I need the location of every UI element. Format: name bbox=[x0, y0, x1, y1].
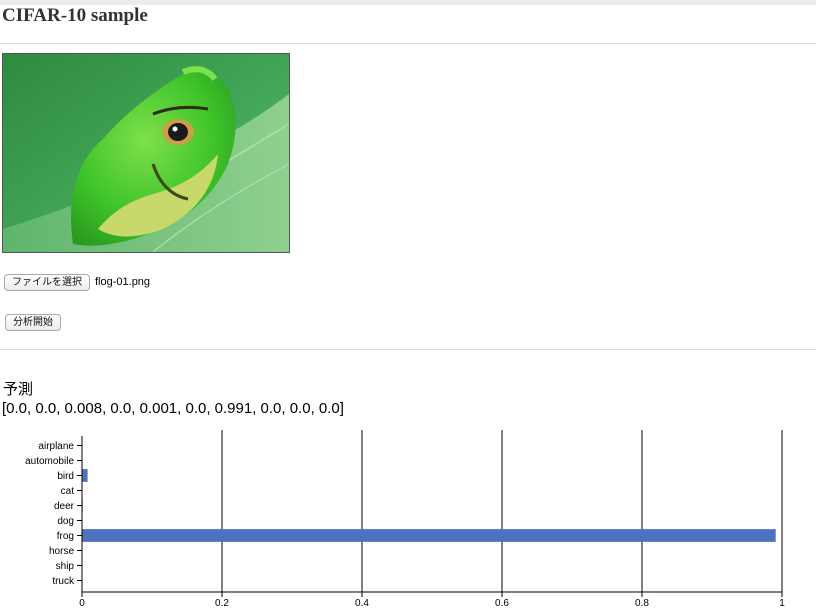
bar-bird bbox=[82, 469, 88, 482]
choose-file-button[interactable]: ファイルを選択 bbox=[4, 274, 90, 291]
x-tick-label: 0 bbox=[79, 598, 85, 608]
y-tick-label: airplane bbox=[38, 441, 74, 452]
analyze-button[interactable]: 分析開始 bbox=[5, 314, 61, 331]
prediction-chart: airplane automobile bird cat deer dog frog hors… bbox=[25, 430, 785, 608]
y-tick-label: dog bbox=[57, 516, 74, 527]
divider bbox=[0, 43, 816, 44]
x-tick-label: 1 bbox=[779, 598, 785, 608]
y-tick-label: cat bbox=[61, 486, 75, 497]
y-tick-label: truck bbox=[52, 576, 75, 587]
x-tick-label: 0.4 bbox=[355, 598, 369, 608]
y-tick-label: bird bbox=[57, 471, 74, 482]
y-tick-label: horse bbox=[49, 546, 74, 557]
frog-photo-icon bbox=[3, 54, 289, 252]
page-title: CIFAR-10 sample bbox=[2, 5, 148, 26]
bar-frog bbox=[82, 529, 776, 542]
x-tick-label: 0.2 bbox=[215, 598, 229, 608]
y-tick-label: automobile bbox=[25, 456, 74, 467]
x-tick-label: 0.6 bbox=[495, 598, 509, 608]
prediction-heading: 予測 bbox=[3, 380, 34, 398]
prediction-values: [0.0, 0.0, 0.008, 0.0, 0.001, 0.0, 0.991… bbox=[2, 400, 344, 417]
preview-image bbox=[2, 53, 290, 253]
y-tick-label: frog bbox=[57, 531, 74, 542]
selected-filename: flog-01.png bbox=[95, 276, 151, 288]
y-tick-label: ship bbox=[56, 561, 75, 572]
y-tick-label: deer bbox=[54, 501, 75, 512]
x-tick-label: 0.8 bbox=[635, 598, 649, 608]
divider bbox=[0, 349, 816, 350]
